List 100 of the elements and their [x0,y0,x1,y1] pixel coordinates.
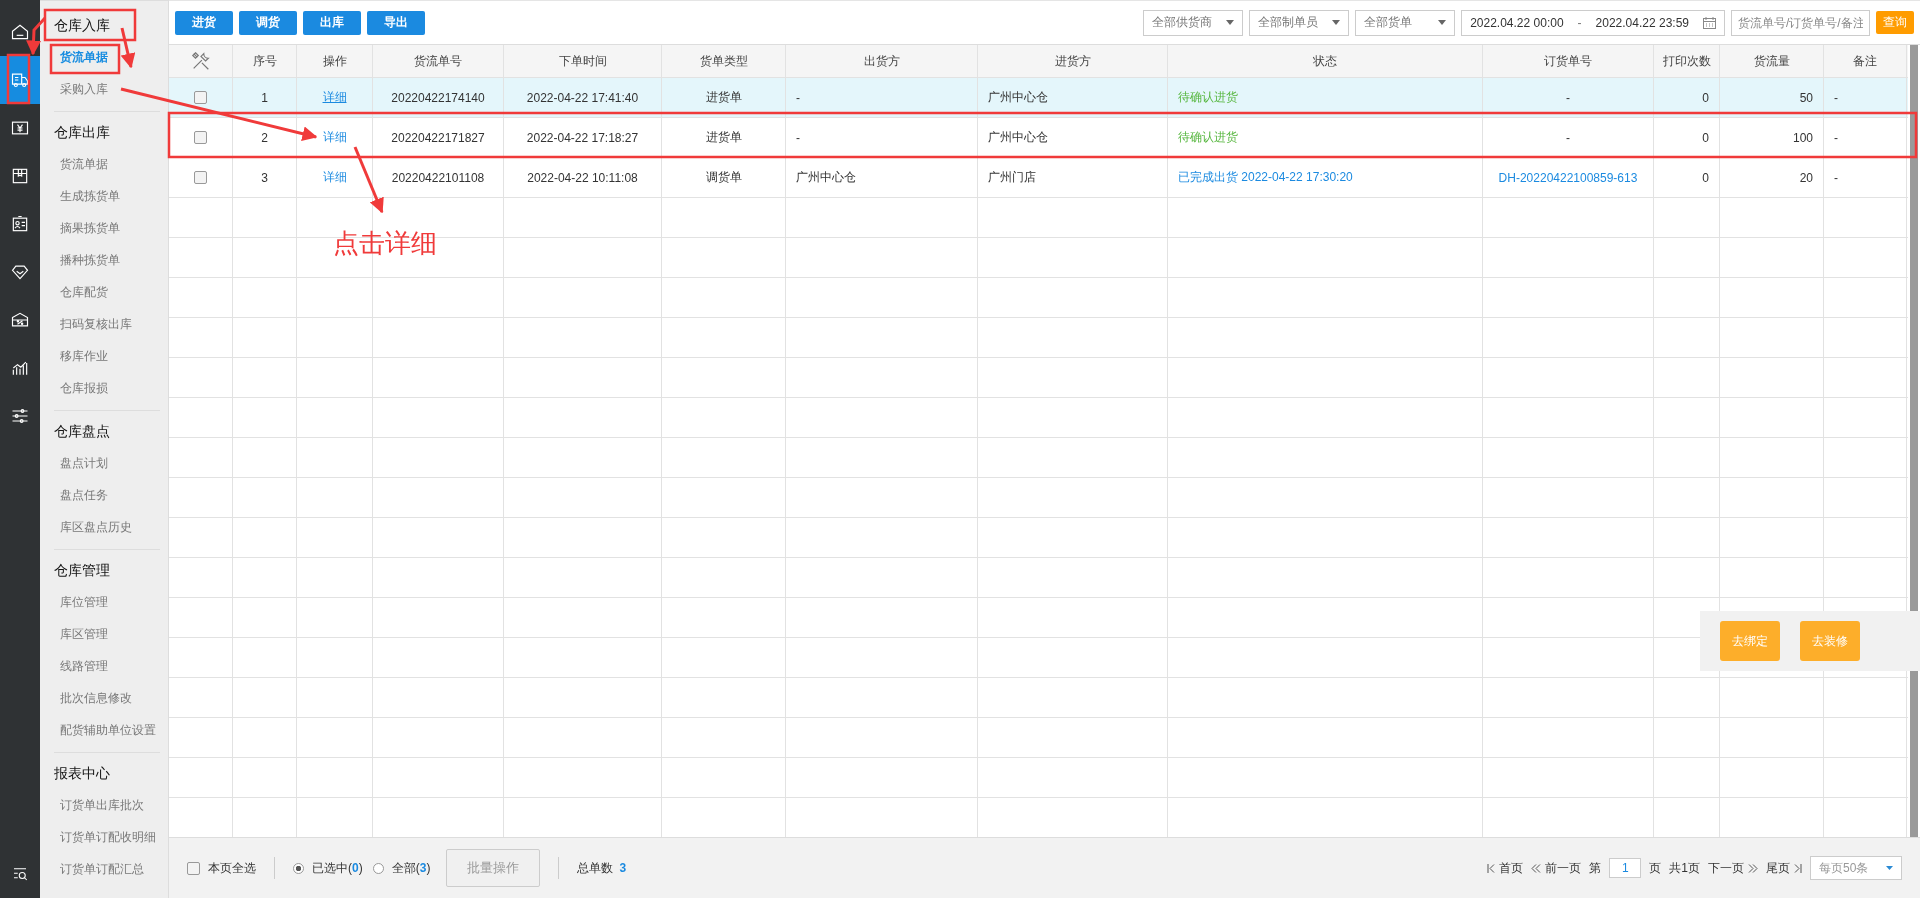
menu-item[interactable]: 订货单出库批次 [54,789,160,821]
annotation-arrow [26,17,47,56]
menu-item[interactable]: 扫码复核出库 [54,308,160,340]
table-cell: 20220422174140 [391,90,485,105]
menu-item[interactable]: 线路管理 [54,650,160,682]
toolbar-button[interactable]: 进货 [175,10,233,35]
first-page-link[interactable]: 首页 [1487,859,1524,877]
menu-item[interactable]: 盘点任务 [54,479,160,511]
scope-radio[interactable] [372,862,384,874]
table-cell: 20220422101108 [391,170,485,185]
page-size-dropdown[interactable]: 每页50条 [1810,856,1902,880]
annotation-arrow [353,146,384,214]
menu-item[interactable]: 播种拣货单 [54,244,160,276]
double-chevron-left-icon [1531,863,1542,873]
total-pages: 共1页 [1669,859,1700,877]
table-cell: 20220422171827 [391,130,485,145]
tools-icon[interactable] [189,50,212,72]
scope-label: 全部(3) [391,859,431,877]
column-header: 订货单号 [1483,45,1654,77]
menu-item[interactable]: 生成拣货单 [54,180,160,212]
filter-dropdown[interactable]: 全部制单员 [1249,9,1350,36]
menu-item[interactable]: 配货辅助单位设置 [54,714,160,746]
column-header: 出货方 [786,45,978,77]
next-page-link[interactable]: 下一页 [1708,859,1758,877]
filter-dropdown[interactable]: 全部供货商 [1143,9,1244,36]
row-checkbox[interactable] [194,131,207,144]
scope-radio[interactable] [293,862,304,874]
table-cell: - [1834,90,1838,105]
menu-group-title: 仓库盘点 [54,422,110,441]
total-label: 总单数 [577,859,614,877]
last-page-icon [1794,863,1802,873]
menu-item[interactable]: 库区盘点历史 [54,511,160,543]
menu-item[interactable]: 库位管理 [54,586,160,618]
table-cell: 广州门店 [988,169,1036,186]
menu-item[interactable]: 盘点计划 [54,447,160,479]
column-header: 打印次数 [1654,45,1720,77]
row-checkbox[interactable] [194,171,207,184]
menu-item[interactable]: 摘果拣货单 [54,212,160,244]
query-button[interactable]: 查询 [1876,11,1914,34]
order-number-link[interactable]: DH-20220422100859-613 [1498,170,1638,185]
caret-icon [1886,866,1893,870]
box-icon [10,166,30,186]
table-cell: 3 [261,170,268,185]
detail-link[interactable]: 详细 [322,169,347,186]
menu-group-title: 仓库入库 [54,16,110,35]
previous-page-link[interactable]: 前一页 [1531,859,1582,877]
caret-icon [1226,20,1235,25]
menu-item[interactable]: 采购入库 [54,73,160,105]
menu-item[interactable]: 批次信息修改 [54,682,160,714]
detail-link[interactable]: 详细 [322,89,347,106]
toolbar-button[interactable]: 导出 [367,10,425,35]
table-cell: 100 [1792,130,1813,145]
scope-label: 已选中(0) [312,859,363,877]
menu-item[interactable]: 仓库报损 [54,372,160,404]
column-header: 进货方 [978,45,1168,77]
search-icon [11,865,29,883]
table-cell: - [1834,130,1838,145]
row-checkbox[interactable] [194,91,207,104]
status-text: 待确认进货 [1178,129,1238,146]
column-header: 货流单号 [373,45,504,77]
menu-item[interactable]: 仓库配货 [54,276,160,308]
menu-item[interactable]: 货流单据 [54,41,160,73]
table-cell: - [796,90,800,105]
page-suffix: 页 [1649,859,1662,877]
toolbar-button[interactable]: 出库 [303,10,361,35]
table-cell: 广州中心仓 [988,89,1048,106]
table-cell: 2022-04-22 17:41:40 [526,90,639,105]
column-header: 下单时间 [504,45,662,77]
detail-link[interactable]: 详细 [322,129,347,146]
select-all-checkbox[interactable] [187,861,200,875]
table-cell: 0 [1702,130,1709,145]
annotation-text: 点击详细 [333,227,437,260]
scrollbar[interactable] [1910,45,1918,837]
select-all-label: 本页全选 [208,859,256,877]
annotation-box [49,43,121,75]
table-cell: - [1566,130,1570,145]
date-range-field[interactable]: 2022.04.22 00:00 - 2022.04.22 23:59 [1461,9,1725,36]
menu-group-title: 仓库管理 [54,561,110,580]
menu-item[interactable]: 订货单订配汇总 [54,853,160,885]
id-card-icon [10,214,30,234]
caret-icon [1332,20,1341,25]
table-cell: 0 [1702,170,1709,185]
table-cell: 0 [1702,90,1709,105]
menu-item[interactable]: 订货单订配收明细 [54,821,160,853]
column-header: 货流量 [1720,45,1824,77]
last-page-link[interactable]: 尾页 [1766,859,1802,877]
status-text: 待确认进货 [1178,89,1238,106]
table-cell: 进货单 [705,89,742,106]
table-cell: - [1834,170,1838,185]
table-cell: 调货单 [705,169,742,186]
table-cell: 广州中心仓 [988,129,1048,146]
page-number-field[interactable]: 1 [1609,858,1642,878]
menu-item[interactable]: 货流单据 [54,148,160,180]
toolbar-button[interactable]: 调货 [239,10,297,35]
filter-dropdown[interactable]: 全部货单 [1355,9,1456,36]
table-cell: 2022-04-22 10:11:08 [527,170,638,185]
table-cell: 广州中心仓 [796,169,856,186]
menu-item[interactable]: 库区管理 [54,618,160,650]
page-prefix: 第 [1589,859,1602,877]
menu-item[interactable]: 移库作业 [54,340,160,372]
